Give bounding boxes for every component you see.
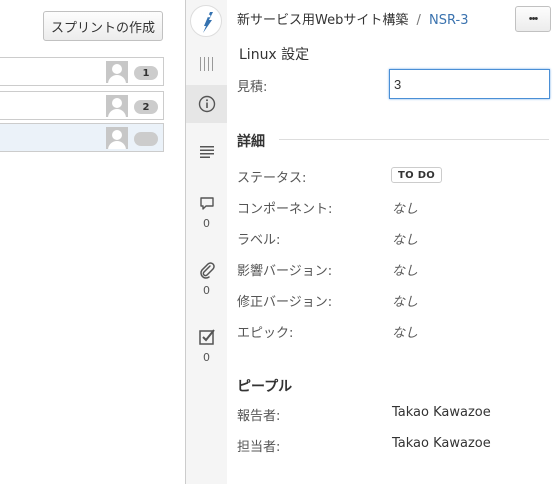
detail-icon-rail: 0 0 0 (186, 0, 227, 484)
issue-detail-panel: 新サービス用Webサイト構築 / NSR-3 ••• Linux 設定 見積: … (227, 0, 559, 484)
create-sprint-button[interactable]: スプリントの作成 (43, 11, 163, 41)
affects-version-label: 影響バージョン: (237, 264, 333, 279)
attachments-count: 0 (203, 284, 210, 297)
project-logo-icon[interactable] (190, 5, 222, 37)
epic-value[interactable]: なし (392, 322, 418, 341)
people-heading: ピープル (237, 379, 293, 395)
breadcrumb-separator: / (416, 13, 421, 28)
description-icon (199, 146, 214, 158)
labels-value[interactable]: なし (392, 229, 418, 248)
comment-icon (199, 197, 214, 210)
details-heading: 詳細 (237, 134, 265, 150)
labels-label: ラベル: (237, 233, 281, 248)
reporter-label: 報告者: (237, 409, 281, 424)
avatar (106, 127, 128, 149)
breadcrumb: 新サービス用Webサイト構築 / NSR-3 (237, 9, 468, 28)
ellipsis-icon: ••• (528, 13, 539, 25)
estimate-label: 見積: (237, 80, 268, 95)
estimate-input[interactable] (389, 69, 550, 99)
info-icon (198, 95, 215, 113)
reporter-value[interactable]: Takao Kawazoe (392, 405, 491, 420)
estimate-badge (134, 132, 158, 146)
fix-version-value[interactable]: なし (392, 291, 418, 310)
project-link[interactable]: 新サービス用Webサイト構築 (237, 13, 408, 28)
backlog-issue-row-selected[interactable] (0, 123, 164, 152)
backlog-issue-row[interactable]: 2 (0, 91, 164, 120)
assignee-value[interactable]: Takao Kawazoe (392, 436, 491, 451)
component-value[interactable]: なし (392, 198, 418, 217)
issue-key-link[interactable]: NSR-3 (429, 13, 468, 28)
checkbox-icon (198, 329, 215, 345)
comments-count: 0 (203, 217, 210, 230)
resize-grip-icon[interactable] (199, 57, 213, 71)
backlog-issue-row[interactable]: 1 (0, 57, 164, 86)
backlog-column: スプリントの作成 1 2 (0, 0, 185, 484)
assignee-label: 担当者: (237, 440, 281, 455)
component-label: コンポーネント: (237, 202, 333, 217)
status-label: ステータス: (237, 171, 307, 186)
estimate-badge: 2 (134, 100, 158, 114)
section-divider (279, 139, 549, 140)
description-tab[interactable] (186, 133, 227, 171)
fix-version-label: 修正バージョン: (237, 295, 333, 310)
epic-label: エピック: (237, 326, 294, 341)
avatar (106, 61, 128, 83)
affects-version-value[interactable]: なし (392, 260, 418, 279)
subtasks-count: 0 (203, 351, 210, 364)
status-lozenge[interactable]: TO DO (391, 167, 443, 183)
more-actions-button[interactable]: ••• (515, 6, 551, 32)
paperclip-icon (199, 262, 215, 279)
details-tab[interactable] (186, 85, 227, 123)
estimate-badge: 1 (134, 66, 158, 80)
issue-summary[interactable]: Linux 設定 (239, 44, 309, 64)
avatar (106, 95, 128, 117)
